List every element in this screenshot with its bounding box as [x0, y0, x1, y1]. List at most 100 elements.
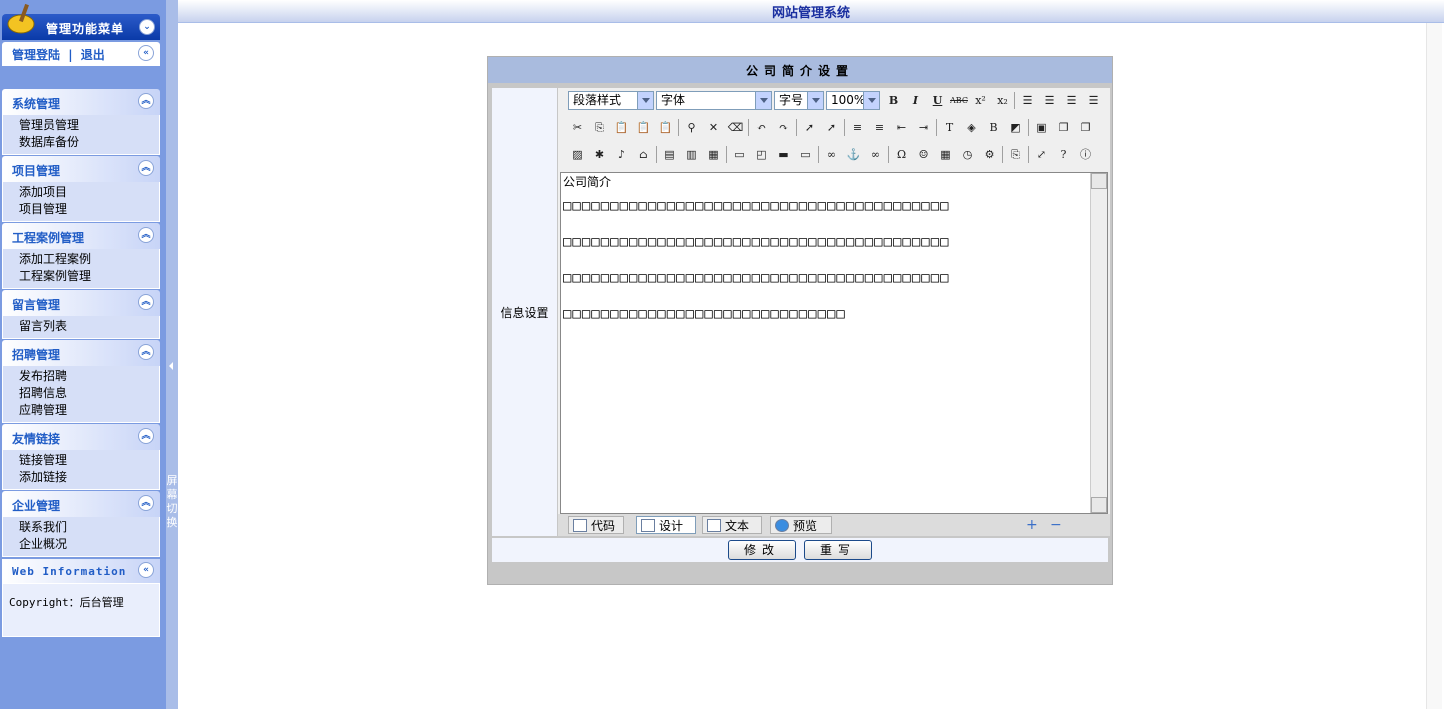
- ordered-list-icon[interactable]: ≡: [848, 118, 867, 137]
- bg-color-icon[interactable]: ◈: [962, 118, 981, 137]
- eraser-icon[interactable]: ⌫: [726, 118, 745, 137]
- delete-icon[interactable]: ✕: [704, 118, 723, 137]
- underline-icon[interactable]: U: [928, 91, 947, 110]
- date-icon[interactable]: ▦: [936, 145, 955, 164]
- align-right-icon[interactable]: ☰: [1062, 91, 1081, 110]
- strikethrough-icon[interactable]: ABC: [948, 91, 970, 110]
- sidebar-item-case-manage[interactable]: 工程案例管理: [3, 268, 159, 285]
- collapse-icon[interactable]: ︽: [138, 428, 154, 444]
- sidebar-item-message-list[interactable]: 留言列表: [3, 318, 159, 335]
- border-icon[interactable]: ◩: [1006, 118, 1025, 137]
- emoticon-icon[interactable]: ☺: [914, 145, 933, 164]
- collapse-icon[interactable]: ︽: [138, 160, 154, 176]
- superscript-icon[interactable]: x²: [971, 91, 990, 110]
- paste-icon[interactable]: 📋: [612, 118, 631, 137]
- media-icon[interactable]: ♪: [612, 145, 631, 164]
- reset-button[interactable]: 重写: [804, 540, 872, 560]
- font-size-select[interactable]: 字号: [774, 91, 824, 110]
- undo-icon[interactable]: ↶: [752, 118, 771, 137]
- sidebar-item-profile[interactable]: 企业概况: [3, 536, 159, 553]
- sidebar-item-add-project[interactable]: 添加项目: [3, 184, 159, 201]
- anchor-link-icon[interactable]: ⚓: [844, 145, 863, 164]
- align-left-icon[interactable]: ☰: [1018, 91, 1037, 110]
- submit-button[interactable]: 修改: [728, 540, 796, 560]
- editor-content-area[interactable]: 公司简介 □□□□□□□□□□□□□□□□□□□□□□□□□□□□□□□□□□□…: [560, 172, 1108, 514]
- sidebar-item-backup[interactable]: 数据库备份: [3, 134, 159, 151]
- paragraph-style-select[interactable]: 段落样式: [568, 91, 654, 110]
- tab-preview[interactable]: 预览: [770, 516, 832, 534]
- outdent-icon[interactable]: ⇤: [892, 118, 911, 137]
- section-links[interactable]: 友情链接 ︽: [2, 424, 160, 450]
- layer-front-icon[interactable]: ❐: [1076, 118, 1095, 137]
- sidebar-item-link-manage[interactable]: 链接管理: [3, 452, 159, 469]
- select-all-icon[interactable]: ➚: [800, 118, 819, 137]
- collapse-arrow-icon[interactable]: [169, 362, 173, 370]
- copy-icon[interactable]: ⎘: [590, 118, 609, 137]
- bold-icon[interactable]: B: [884, 91, 903, 110]
- hr-icon[interactable]: ▬: [774, 145, 793, 164]
- scroll-up-icon[interactable]: [1091, 173, 1107, 189]
- anchor-icon[interactable]: ⌂: [634, 145, 653, 164]
- sidebar-item-project-manage[interactable]: 项目管理: [3, 201, 159, 218]
- font-select[interactable]: 字体: [656, 91, 772, 110]
- italic-icon[interactable]: I: [906, 91, 925, 110]
- collapse-icon[interactable]: ︽: [138, 294, 154, 310]
- tab-text[interactable]: 文本: [702, 516, 762, 534]
- section-company[interactable]: 企业管理 ︽: [2, 491, 160, 517]
- section-project[interactable]: 项目管理 ︽: [2, 156, 160, 182]
- sidebar-item-applicants[interactable]: 应聘管理: [3, 402, 159, 419]
- enlarge-icon[interactable]: +: [1026, 517, 1038, 533]
- sidebar-item-admin[interactable]: 管理员管理: [3, 117, 159, 134]
- cut-icon[interactable]: ✂: [568, 118, 587, 137]
- sidebar-splitter[interactable]: [166, 0, 178, 709]
- template-icon[interactable]: ◰: [752, 145, 771, 164]
- unselect-icon[interactable]: ➚: [822, 118, 841, 137]
- about-icon[interactable]: ⓘ: [1076, 145, 1095, 164]
- time-icon[interactable]: ◷: [958, 145, 977, 164]
- table-cell-icon[interactable]: ▦: [704, 145, 723, 164]
- editor-content[interactable]: 公司简介 □□□□□□□□□□□□□□□□□□□□□□□□□□□□□□□□□□□…: [563, 175, 1088, 341]
- bg-fill-icon[interactable]: B: [984, 118, 1003, 137]
- collapse-icon[interactable]: ︽: [138, 93, 154, 109]
- section-cases[interactable]: 工程案例管理 ︽: [2, 223, 160, 249]
- input-icon[interactable]: ▭: [796, 145, 815, 164]
- sidebar-item-post-job[interactable]: 发布招聘: [3, 368, 159, 385]
- editor-scrollbar[interactable]: [1090, 173, 1107, 513]
- login-link[interactable]: 管理登陆: [12, 48, 60, 62]
- page-break-icon[interactable]: ⎘: [1006, 145, 1025, 164]
- section-messages[interactable]: 留言管理 ︽: [2, 290, 160, 316]
- sidebar-item-add-link[interactable]: 添加链接: [3, 469, 159, 486]
- paste-text-icon[interactable]: 📋: [634, 118, 653, 137]
- section-system[interactable]: 系统管理 ︽: [2, 89, 160, 115]
- collapse-icon[interactable]: ︽: [138, 344, 154, 360]
- paste-word-icon[interactable]: 📋: [656, 118, 675, 137]
- unlink-icon[interactable]: ∞: [866, 145, 885, 164]
- sidebar-item-job-info[interactable]: 招聘信息: [3, 385, 159, 402]
- frame-icon[interactable]: ▣: [1032, 118, 1051, 137]
- tab-design[interactable]: 设计: [636, 516, 696, 534]
- fullscreen-icon[interactable]: ⤢: [1032, 145, 1051, 164]
- link-icon[interactable]: ∞: [822, 145, 841, 164]
- text-color-icon[interactable]: T: [940, 118, 959, 137]
- collapse-info-icon[interactable]: «: [138, 562, 154, 578]
- layer-icon[interactable]: ❐: [1054, 118, 1073, 137]
- unordered-list-icon[interactable]: ≡: [870, 118, 889, 137]
- screen-switch-label[interactable]: 屏幕切换: [166, 474, 178, 530]
- sidebar-item-contact[interactable]: 联系我们: [3, 519, 159, 536]
- marquee-icon[interactable]: ⚙: [980, 145, 999, 164]
- collapse-icon[interactable]: ︽: [138, 495, 154, 511]
- section-recruit[interactable]: 招聘管理 ︽: [2, 340, 160, 366]
- redo-icon[interactable]: ↷: [774, 118, 793, 137]
- align-justify-icon[interactable]: ☰: [1084, 91, 1103, 110]
- indent-icon[interactable]: ⇥: [914, 118, 933, 137]
- scroll-down-icon[interactable]: [1091, 497, 1107, 513]
- shrink-icon[interactable]: −: [1050, 517, 1062, 533]
- find-icon[interactable]: ⚲: [682, 118, 701, 137]
- collapse-login-icon[interactable]: «: [138, 45, 154, 61]
- collapse-menu-icon[interactable]: ⌄: [139, 19, 155, 35]
- table-props-icon[interactable]: ▥: [682, 145, 701, 164]
- table-icon[interactable]: ▤: [660, 145, 679, 164]
- form-icon[interactable]: ▭: [730, 145, 749, 164]
- zoom-select[interactable]: 100%: [826, 91, 880, 110]
- page-scrollbar[interactable]: [1426, 23, 1442, 709]
